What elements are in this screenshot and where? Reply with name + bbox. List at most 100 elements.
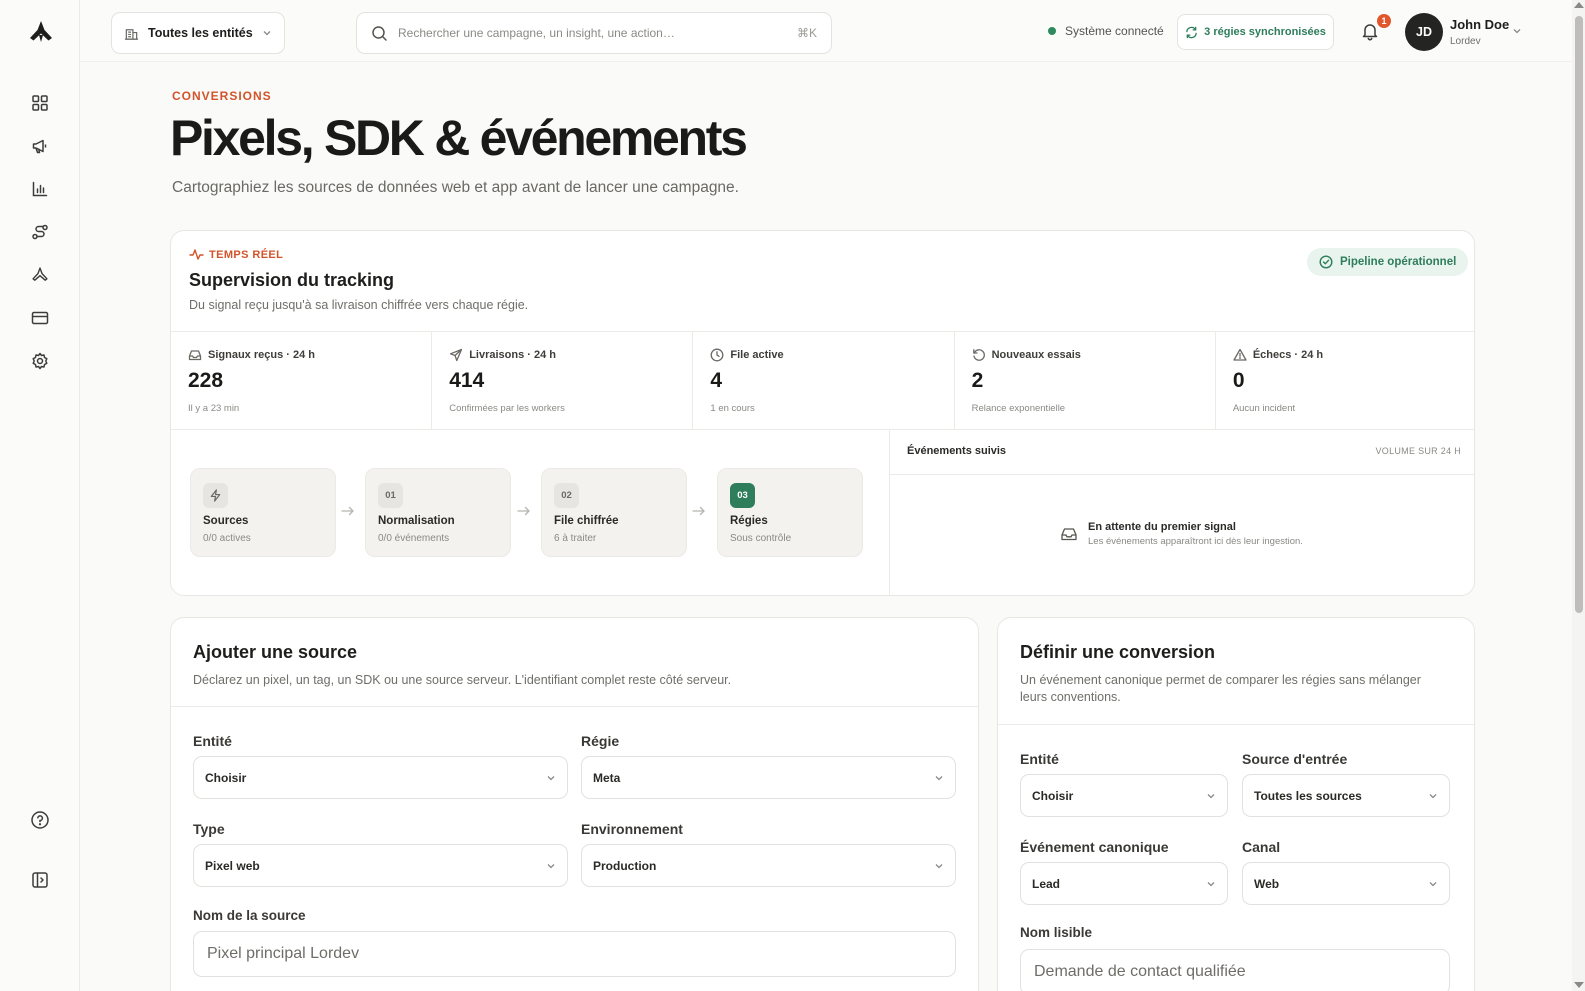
channel-select[interactable]: Web [1242,862,1450,905]
source-entity-select[interactable]: Choisir [193,756,568,799]
source-type-select[interactable]: Pixel web [193,844,568,887]
select-value: Pixel web [205,858,260,873]
chevron-down-icon [1428,791,1438,801]
pipeline-step-sources[interactable]: Sources 0/0 actives [190,468,336,557]
chevron-down-icon [1206,879,1216,889]
notification-badge: 1 [1377,14,1391,28]
avatar[interactable]: JD [1405,13,1443,51]
arrow-right-icon [517,506,531,516]
select-value: Meta [593,770,621,785]
search-shortcut: ⌘K [796,26,817,40]
events-volume-label: VOLUME SUR 24 H [1375,446,1461,456]
stat-value: 228 [188,369,224,392]
search-icon [371,25,388,42]
add-source-title: Ajouter une source [193,642,358,662]
step-sub: 0/0 événements [378,533,450,544]
warning-icon [1233,348,1247,362]
canonical-event-select[interactable]: Lead [1020,862,1228,905]
readable-name-input[interactable] [1020,949,1450,991]
define-conversion-card: Définir une conversion Un événement cano… [997,617,1475,991]
stat-label: Échecs · 24 h [1252,349,1324,361]
add-source-card: Ajouter une source Déclarez un pixel, un… [170,617,979,991]
search-input[interactable] [398,26,787,40]
pipeline-step-regies[interactable]: 03 Régies Sous contrôle [717,468,863,557]
brand-logo-icon[interactable] [28,19,54,45]
stat-note: Aucun incident [1232,403,1296,414]
activity-icon [189,248,204,261]
lightning-icon [203,483,228,508]
realtime-label: TEMPS RÉEL [189,248,283,261]
source-name-input[interactable] [193,931,956,977]
stat-signals: Signaux reçus · 24 h 228 Il y a 23 min [171,332,433,429]
chevron-down-icon [262,28,272,38]
conv-entity-label: Entité [1020,751,1059,767]
page-eyebrow: CONVERSIONS [172,89,272,103]
entity-label: Entité [193,733,232,749]
dashboard-icon[interactable] [29,92,51,114]
entity-selector[interactable]: Toutes les entités [111,12,285,54]
credit-card-icon[interactable] [29,307,51,329]
stat-note: Relance exponentielle [971,403,1066,414]
step-title: Régies [730,515,768,527]
divider [171,706,978,707]
conv-source-label: Source d'entrée [1242,751,1348,767]
rotate-icon [972,348,986,362]
empty-state-sub: Les événements apparaîtront ici dès leur… [1088,536,1303,547]
collapse-sidebar-icon[interactable] [29,869,51,891]
stat-value: 414 [449,369,485,392]
select-value: Toutes les sources [1254,788,1362,803]
chevron-down-icon [546,773,556,783]
source-regie-select[interactable]: Meta [581,756,956,799]
conversion-entity-select[interactable]: Choisir [1020,774,1228,817]
step-badge: 02 [554,483,579,508]
arrow-right-icon [692,506,706,516]
settings-icon[interactable] [29,350,51,372]
scrollbar-thumb[interactable] [1575,16,1583,613]
bar-chart-icon[interactable] [29,178,51,200]
pipeline-step-normalisation[interactable]: 01 Normalisation 0/0 événements [365,468,511,557]
conversion-source-select[interactable]: Toutes les sources [1242,774,1450,817]
chevron-down-icon[interactable] [1512,26,1522,36]
user-name: John Doe [1450,17,1510,32]
clock-icon [710,348,724,362]
refresh-icon [1185,26,1198,39]
step-title: Normalisation [378,515,455,527]
stat-retries: Nouveaux essais 2 Relance exponentielle [955,332,1216,429]
type-label: Type [193,821,225,837]
stat-label: File active [730,349,784,361]
sidebar [0,0,80,991]
chevron-down-icon [546,861,556,871]
select-value: Lead [1032,876,1061,891]
global-search[interactable]: ⌘K [356,12,832,54]
scroll-down-arrow-icon[interactable] [1574,982,1584,988]
environment-label: Environnement [581,821,683,837]
tracked-events-panel: Événements suivis VOLUME SUR 24 H En att… [889,430,1474,595]
step-sub: 6 à traiter [554,533,597,544]
status-badge: Pipeline opérationnel [1307,248,1469,276]
canonical-event-label: Événement canonique [1020,839,1169,855]
chevron-down-icon [934,861,944,871]
inbox-icon [188,348,202,362]
arrow-right-icon [341,506,355,516]
route-icon[interactable] [29,221,51,243]
step-badge: 03 [730,483,755,508]
help-icon[interactable] [29,809,51,831]
empty-state-title: En attente du premier signal [1088,521,1236,533]
inbox-icon [1060,525,1078,543]
megaphone-icon[interactable] [29,135,51,157]
step-title: File chiffrée [554,515,619,527]
scroll-up-arrow-icon[interactable] [1574,2,1584,8]
stat-value: 0 [1232,369,1245,392]
select-value: Web [1254,876,1280,891]
stat-note: 1 en cours [710,403,755,414]
brand-icon[interactable] [29,264,51,286]
status-dot [1048,27,1056,35]
source-environment-select[interactable]: Production [581,844,956,887]
user-org: Lordev [1450,36,1481,47]
events-title: Événements suivis [907,445,1007,457]
pipeline-step-file-chiffree[interactable]: 02 File chiffrée 6 à traiter [541,468,687,557]
sync-regies-button[interactable]: 3 régies synchronisées [1177,14,1334,50]
stat-failures: Échecs · 24 h 0 Aucun incident [1216,332,1474,429]
stat-queue: File active 4 1 en cours [693,332,955,429]
step-sub: 0/0 actives [203,533,251,544]
